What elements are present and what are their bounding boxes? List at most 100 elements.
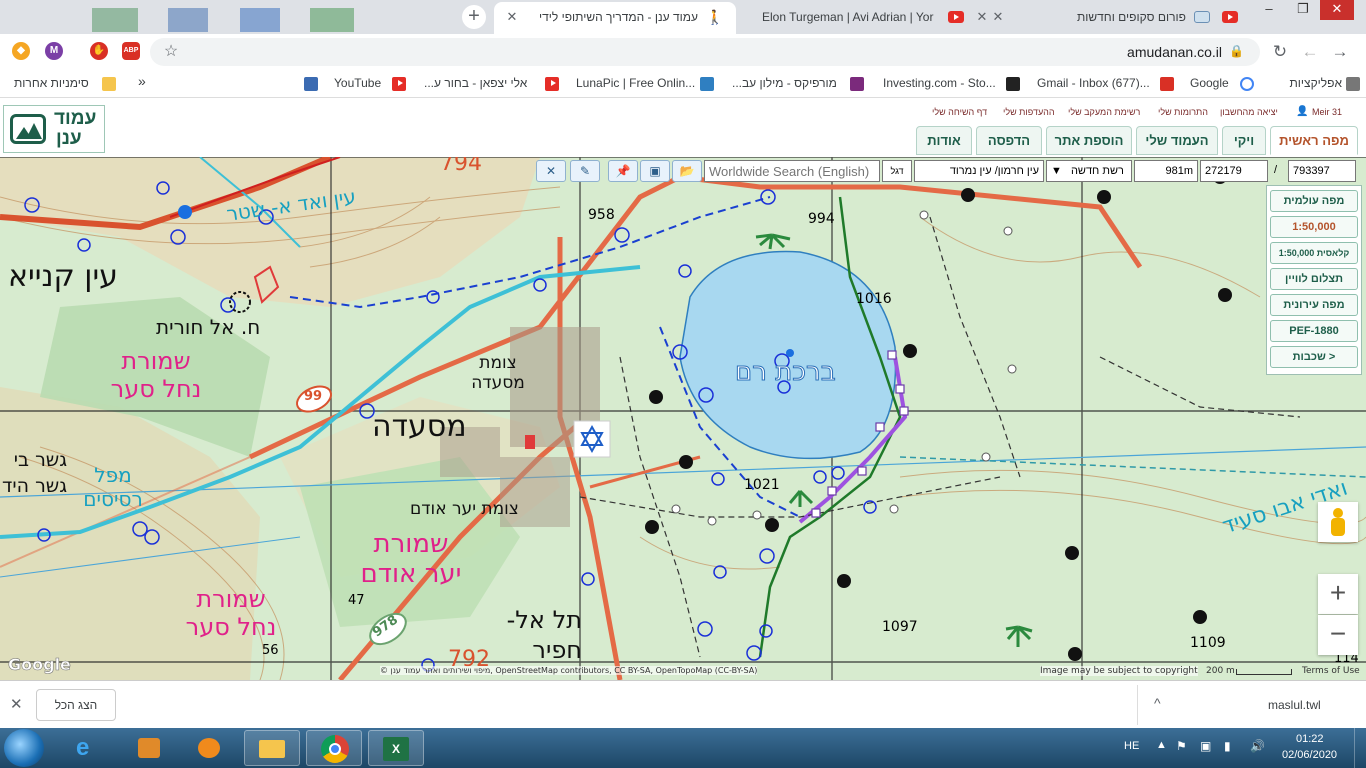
coord-y-field[interactable]: 272179 [1200,160,1268,182]
layer-pef[interactable]: PEF-1880 [1270,320,1358,342]
user-link[interactable]: ההעדפות שלי [1003,107,1055,117]
tab-main-map[interactable]: מפה ראשית [1270,126,1358,155]
close-icon[interactable]: ✕ [974,2,990,32]
tab-print[interactable]: הדפסה [976,126,1042,155]
bookmark-google[interactable]: Google [1190,76,1229,90]
chrome-icon[interactable] [306,730,362,766]
street-view-pegman-icon[interactable] [1318,502,1358,542]
tab-amudanan[interactable]: ✕ עמוד ענן - המדריך השיתופי לידי 🚶 [494,2,736,34]
altitude-field[interactable]: 981m [1134,160,1198,182]
bookmark-gmail[interactable]: Gmail - Inbox (677)... [1037,76,1150,90]
tab-my-page[interactable]: העמוד שלי [1136,126,1218,155]
coord-x-field[interactable]: 793397 [1288,160,1356,182]
map-label-tel: תל אל- חפיר [506,606,582,664]
tab-wiki[interactable]: ויקי [1222,126,1266,155]
minimize-window-button[interactable]: – [1252,0,1286,20]
tray-expand-icon[interactable]: ▲ [1156,739,1167,751]
map-attribution[interactable]: © מיפוי ושירותים ואתר עמוד ענן, OpenStre… [380,666,758,675]
clock-date[interactable]: 02/06/2020 [1282,749,1337,761]
apps-icon [1346,77,1360,91]
layer-world-map[interactable]: מפה עולמית [1270,190,1358,212]
excel-icon[interactable]: X [368,730,424,766]
map-label-khurbat: ח. אל חורית [156,315,261,339]
folder-open-icon[interactable]: 📂 [672,160,702,182]
forward-button[interactable]: ← [1298,40,1322,64]
url-text[interactable]: amudanan.co.il [1127,44,1222,60]
layer-satellite[interactable]: תצלום לוויין [1270,268,1358,290]
new-tab-button[interactable]: + [462,5,486,29]
layer-50k[interactable]: 1:50,000 [1270,216,1358,238]
youtube-icon [545,77,559,91]
map-label-junction: צומת מסעדה [471,353,525,393]
pin-icon[interactable]: 📌 [608,160,638,182]
map-label-reserve-yaar: שמורת יער אודם [360,529,462,589]
layer-50k-classic[interactable]: 1:50,000 קלאסית [1270,242,1358,264]
adblock-icon[interactable]: ABP [122,42,140,60]
internet-explorer-icon[interactable]: e [62,730,118,766]
pinned-apps-icon [240,8,280,32]
save-icon[interactable]: ▣ [640,160,670,182]
terms-link[interactable]: Terms of Use [1302,666,1360,676]
media-player-icon[interactable] [182,730,238,766]
language-indicator[interactable]: HE [1124,740,1139,752]
search-input[interactable] [704,160,880,182]
layer-city-map[interactable]: מפה עירונית [1270,294,1358,316]
user-link[interactable]: דף השיחה שלי [932,107,987,117]
stop-extension-icon[interactable]: ✋ [90,42,108,60]
close-downloads-button[interactable]: ✕ [10,695,23,713]
tab-forum[interactable]: ✕ פורום סקופים וחדשות [990,2,1246,34]
show-desktop-button[interactable] [1354,728,1366,768]
bookmark-other[interactable]: סימניות אחרות [14,76,89,90]
profile-avatar[interactable]: M [45,42,63,60]
tab-youtube[interactable]: ✕ Elon Turgeman | Avi Adrian | Yor [740,2,990,34]
back-button[interactable]: → [1328,40,1352,64]
tab-add-site[interactable]: הוספת אתר [1046,126,1132,155]
firewall-app-icon[interactable] [122,730,178,766]
star-icon[interactable]: ☆ [159,40,183,64]
user-link[interactable]: יציאה מהחשבון [1220,107,1278,117]
zoom-in-button[interactable]: + [1318,574,1358,614]
volume-icon[interactable]: 🔊 [1250,739,1265,753]
flag-button[interactable]: דגל [882,160,912,182]
flag-tray-icon[interactable]: ⚑ [1176,739,1187,753]
elevation-label: 1021 [744,477,780,493]
close-icon[interactable]: ✕ [990,2,1006,32]
elevation-label: 1016 [856,291,892,307]
chevron-up-icon[interactable]: ^ [1154,695,1161,711]
topo-map[interactable]: ברכת רם מסעדה צומת מסעדה צומת יער אודם עי… [0,157,1366,680]
close-icon[interactable]: ✕ [504,2,520,32]
layers-menu-button[interactable]: שכבות > [1270,346,1358,368]
grid-select-value: רשת חדשה [1070,165,1124,177]
download-item[interactable]: ^ maslul.twl [1137,685,1347,725]
address-bar[interactable]: 🔒 amudanan.co.il [150,38,1260,66]
user-link[interactable]: רשימת המעקב שלי [1068,107,1140,117]
bookmark-eli-yatzpan[interactable]: אלי יצפאן - בחור ע... [424,76,527,90]
bookmarks-overflow[interactable]: » [138,73,146,89]
bookmark-youtube[interactable]: YouTube [334,76,381,90]
pencil-icon[interactable]: ✎ [570,160,600,182]
network-icon[interactable]: ▮ [1224,739,1231,753]
extension-icon[interactable]: ◆ [12,42,30,60]
bookmark-apps[interactable]: אפליקציות [1290,76,1342,90]
reload-button[interactable]: ↻ [1268,40,1292,64]
map-label-ein-qinya: עין קנייא [8,259,118,294]
bookmark-investing[interactable]: Investing.com - Sto... [883,76,996,90]
lock-icon[interactable]: 🔒 [1229,44,1244,58]
clock-time[interactable]: 01:22 [1296,733,1324,745]
grid-select[interactable]: ▼ רשת חדשה [1046,160,1132,182]
user-link[interactable]: Meir 31 [1312,107,1342,117]
maximize-window-button[interactable]: ❐ [1286,0,1320,20]
tab-about[interactable]: אודות [916,126,972,155]
close-window-button[interactable]: ✕ [1320,0,1354,20]
show-all-button[interactable]: הצג הכל [36,689,116,721]
start-button[interactable] [4,729,44,767]
tray-icon[interactable]: ▣ [1200,739,1211,753]
google-icon [1240,77,1254,91]
zoom-out-button[interactable]: − [1318,615,1358,655]
amudanan-logo[interactable]: עמוד ענן [3,105,105,153]
file-explorer-icon[interactable] [244,730,300,766]
user-link[interactable]: התרומות שלי [1158,107,1208,117]
bookmark-lunapic[interactable]: LunaPic | Free Onlin... [576,76,695,90]
close-icon[interactable]: ✕ [536,160,566,182]
bookmark-morfix[interactable]: מורפיקס - מילון עב... [732,76,837,90]
